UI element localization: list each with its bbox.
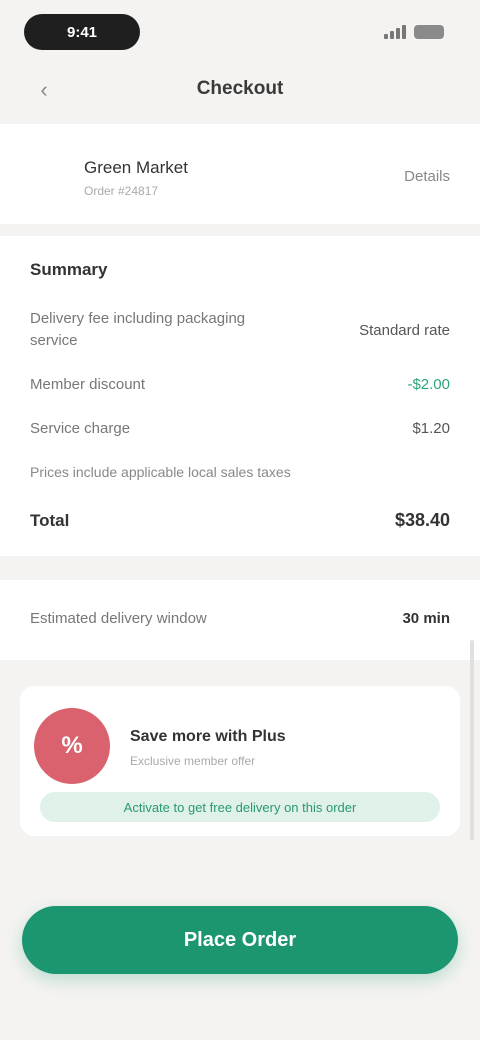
delivery-label: Delivery fee including packaging service xyxy=(30,310,246,349)
delivery-row: Delivery fee including packaging service… xyxy=(30,308,450,352)
promo-subtitle: Exclusive member offer xyxy=(130,754,256,768)
delivery-window-row: Estimated delivery window 30 min xyxy=(30,610,450,627)
promo-activate-button[interactable]: Activate to get free delivery on this or… xyxy=(40,792,440,822)
tax-note: Prices include applicable local sales ta… xyxy=(30,464,291,480)
service-value: $1.20 xyxy=(412,420,450,437)
page-title: Checkout xyxy=(196,78,284,99)
discount-value: -$2.00 xyxy=(407,376,450,393)
battery-icon xyxy=(414,25,444,39)
promo-title: Save more with Plus xyxy=(130,728,286,745)
promo-card[interactable]: % Save more with Plus Exclusive member o… xyxy=(20,686,460,836)
signal-icon xyxy=(384,25,406,39)
delivery-window-card[interactable]: Estimated delivery window 30 min xyxy=(0,580,480,660)
status-bar: 9:41 xyxy=(0,0,480,64)
delivery-value: Standard rate xyxy=(359,321,450,339)
nav-bar: ‹ Checkout xyxy=(0,62,480,120)
discount-row: Member discount -$2.00 xyxy=(30,376,450,393)
scrollbar[interactable] xyxy=(470,640,474,840)
summary-card: Summary Delivery fee including packaging… xyxy=(0,236,480,556)
service-label: Service charge xyxy=(30,420,131,437)
merchant-subtitle: Order #24817 xyxy=(84,184,159,198)
discount-label: Member discount xyxy=(30,376,146,393)
delivery-window-label: Estimated delivery window xyxy=(30,610,207,627)
status-icons xyxy=(384,22,444,42)
discount-badge-icon: % xyxy=(34,708,110,784)
total-label: Total xyxy=(30,510,70,530)
service-row: Service charge $1.20 xyxy=(30,420,450,437)
summary-title: Summary xyxy=(30,260,108,279)
merchant-details-link[interactable]: Details xyxy=(404,168,450,185)
merchant-card[interactable]: Green Market Order #24817 Details xyxy=(0,124,480,224)
place-order-button[interactable]: Place Order xyxy=(22,906,458,974)
merchant-name: Green Market xyxy=(84,158,188,177)
status-time: 9:41 xyxy=(24,14,140,50)
total-row: Total $38.40 xyxy=(30,510,450,531)
delivery-window-value: 30 min xyxy=(402,610,450,627)
total-value: $38.40 xyxy=(394,510,450,530)
